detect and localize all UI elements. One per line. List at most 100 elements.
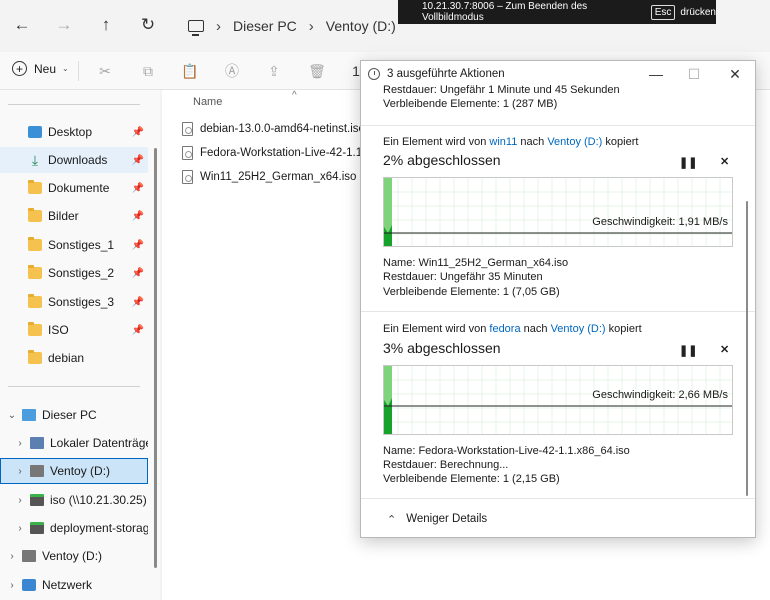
column-header-name[interactable]: Name <box>193 96 222 108</box>
cancel-button[interactable]: ✕ <box>720 343 729 356</box>
chevron-right-icon[interactable]: › <box>6 551 18 562</box>
folder-icon <box>28 322 42 336</box>
items-remaining: Verbleibende Elemente: 1 (7,05 GB) <box>383 286 560 298</box>
file-name: Win11_25H2_German_x64.iso <box>200 171 357 183</box>
time-remaining: Restdauer: Ungefähr 35 Minuten <box>383 271 543 283</box>
source-link[interactable]: win11 <box>489 136 517 148</box>
sidebar-item-ventoy-root[interactable]: › Ventoy (D:) <box>0 543 148 569</box>
sidebar-scrollbar[interactable] <box>154 148 157 568</box>
sidebar-item-ventoy[interactable]: › Ventoy (D:) <box>0 458 148 484</box>
speed-label: Geschwindigkeit: 1,91 MB/s <box>592 216 728 228</box>
file-name-line: Name: Fedora-Workstation-Live-42-1.1.x86… <box>383 445 630 457</box>
new-button-label: Neu <box>34 61 57 76</box>
pin-icon: 📌 <box>131 239 144 251</box>
sidebar-item-local-disk[interactable]: › Lokaler Datenträger <box>0 430 148 456</box>
sidebar-item-label: deployment-storage <box>50 521 148 535</box>
disc-image-icon <box>182 146 193 160</box>
maximize-button[interactable]: ☐ <box>684 64 704 84</box>
sidebar-item-label: iso (\\10.21.30.25) (I: <box>50 493 148 507</box>
sidebar-item-dokumente[interactable]: Dokumente 📌 <box>0 175 148 201</box>
breadcrumb-ventoy[interactable]: Ventoy (D:) <box>326 18 396 34</box>
banner-text: 10.21.30.7:8006 – Zum Beenden des Vollbi… <box>422 1 588 23</box>
target-link[interactable]: Ventoy (D:) <box>551 323 606 335</box>
pause-button[interactable]: ❚❚ <box>679 156 697 169</box>
sidebar-item-label: Dokumente <box>48 181 110 195</box>
percent-complete: 3% abgeschlossen <box>383 340 501 356</box>
sidebar-item-label: Dieser PC <box>42 408 97 422</box>
copy-icon[interactable]: ⧉ <box>140 63 156 79</box>
sidebar-item-label: Netzwerk <box>42 578 93 592</box>
back-button[interactable]: ← <box>9 12 35 38</box>
chevron-right-icon[interactable]: › <box>14 466 26 477</box>
sidebar-item-iso[interactable]: ISO 📌 <box>0 317 148 343</box>
desc-prefix: Ein Element wird von <box>383 136 487 148</box>
fewer-details-label: Weniger Details <box>406 513 488 525</box>
file-row[interactable]: debian-13.0.0-amd64-netinst.iso <box>182 118 365 140</box>
sidebar-item-label: Downloads <box>48 153 108 167</box>
speed-graph: Geschwindigkeit: 1,91 MB/s <box>383 177 733 247</box>
copy-progress-dialog: 3 ausgeführte Aktionen — ☐ ✕ Restdauer: … <box>360 60 756 538</box>
sidebar-item-desktop[interactable]: Desktop 📌 <box>0 119 148 145</box>
sidebar-item-downloads[interactable]: ⤓ Downloads 📌 <box>0 147 148 173</box>
desc-suffix: kopiert <box>608 323 642 335</box>
sidebar-item-sonstiges-2[interactable]: Sonstiges_2 📌 <box>0 260 148 286</box>
pin-icon: 📌 <box>131 126 144 138</box>
desktop-icon <box>28 126 42 138</box>
new-button[interactable]: + Neu ⌄ <box>12 61 69 76</box>
chevron-right-icon[interactable]: › <box>14 523 26 534</box>
fewer-details-button[interactable]: ⌃ Weniger Details <box>361 499 755 537</box>
sidebar-item-sonstiges-3[interactable]: Sonstiges_3 📌 <box>0 289 148 315</box>
graph-canvas <box>384 178 732 246</box>
share-icon[interactable]: ⇪ <box>266 63 282 79</box>
pc-icon <box>22 409 36 421</box>
up-button[interactable]: ↑ <box>93 12 119 38</box>
delete-icon[interactable]: 🗑 <box>308 63 326 79</box>
disc-image-icon <box>182 170 193 184</box>
sidebar-item-label: Lokaler Datenträger <box>50 436 148 450</box>
desc-suffix: kopiert <box>605 136 639 148</box>
chevron-down-icon[interactable]: ⌄ <box>6 410 18 421</box>
folder-icon <box>28 208 42 222</box>
sidebar-item-deployment-storage[interactable]: › deployment-storage <box>0 515 148 541</box>
pause-button[interactable]: ❚❚ <box>679 344 697 357</box>
navigation-pane: Desktop 📌 ⤓ Downloads 📌 Dokumente 📌 Bild… <box>0 90 160 600</box>
divider <box>361 125 755 126</box>
chevron-right-icon[interactable]: › <box>14 495 26 506</box>
sidebar-item-debian[interactable]: debian <box>0 345 148 371</box>
address-bar[interactable]: › Dieser PC › Ventoy (D:) <box>178 10 408 42</box>
close-button[interactable]: ✕ <box>725 64 745 84</box>
divider <box>8 104 140 105</box>
chevron-right-icon[interactable]: › <box>14 438 26 449</box>
file-row[interactable]: Win11_25H2_German_x64.iso <box>182 166 356 188</box>
sidebar-item-bilder[interactable]: Bilder 📌 <box>0 203 148 229</box>
forward-button[interactable]: → <box>51 12 77 38</box>
cut-icon[interactable]: ✂ <box>97 63 113 79</box>
paste-icon[interactable]: 📋 <box>181 63 198 79</box>
chevron-right-icon[interactable]: › <box>6 580 18 591</box>
dialog-scrollbar[interactable] <box>746 201 748 496</box>
breadcrumb-this-pc[interactable]: Dieser PC <box>233 18 297 34</box>
items-remaining: Verbleibende Elemente: 1 (287 MB) <box>383 98 558 110</box>
time-remaining: Restdauer: Ungefähr 1 Minute und 45 Seku… <box>383 84 620 96</box>
refresh-button[interactable]: ↻ <box>135 12 161 38</box>
sidebar-item-network[interactable]: › Netzwerk <box>0 572 148 598</box>
sidebar-item-iso-share[interactable]: › iso (\\10.21.30.25) (I: <box>0 487 148 513</box>
copy-description: Ein Element wird von fedora nach Ventoy … <box>383 323 642 335</box>
speed-graph: Geschwindigkeit: 2,66 MB/s <box>383 365 733 435</box>
source-link[interactable]: fedora <box>489 323 520 335</box>
sidebar-item-this-pc[interactable]: ⌄ Dieser PC <box>0 402 148 428</box>
sidebar-item-label: ISO <box>48 323 69 337</box>
minimize-button[interactable]: — <box>646 64 666 84</box>
target-link[interactable]: Ventoy (D:) <box>547 136 602 148</box>
chevron-right-icon: › <box>308 17 314 35</box>
network-icon <box>22 579 36 591</box>
file-name-line: Name: Win11_25H2_German_x64.iso <box>383 257 569 269</box>
cancel-button[interactable]: ✕ <box>720 155 729 168</box>
sidebar-item-sonstiges-1[interactable]: Sonstiges_1 📌 <box>0 232 148 258</box>
speed-label: Geschwindigkeit: 2,66 MB/s <box>592 389 728 401</box>
sidebar-item-label: Desktop <box>48 125 93 139</box>
rename-icon[interactable]: Ⓐ <box>224 63 240 79</box>
local-disk-icon <box>30 437 44 449</box>
pin-icon: 📌 <box>131 182 144 194</box>
drive-icon <box>22 550 36 562</box>
